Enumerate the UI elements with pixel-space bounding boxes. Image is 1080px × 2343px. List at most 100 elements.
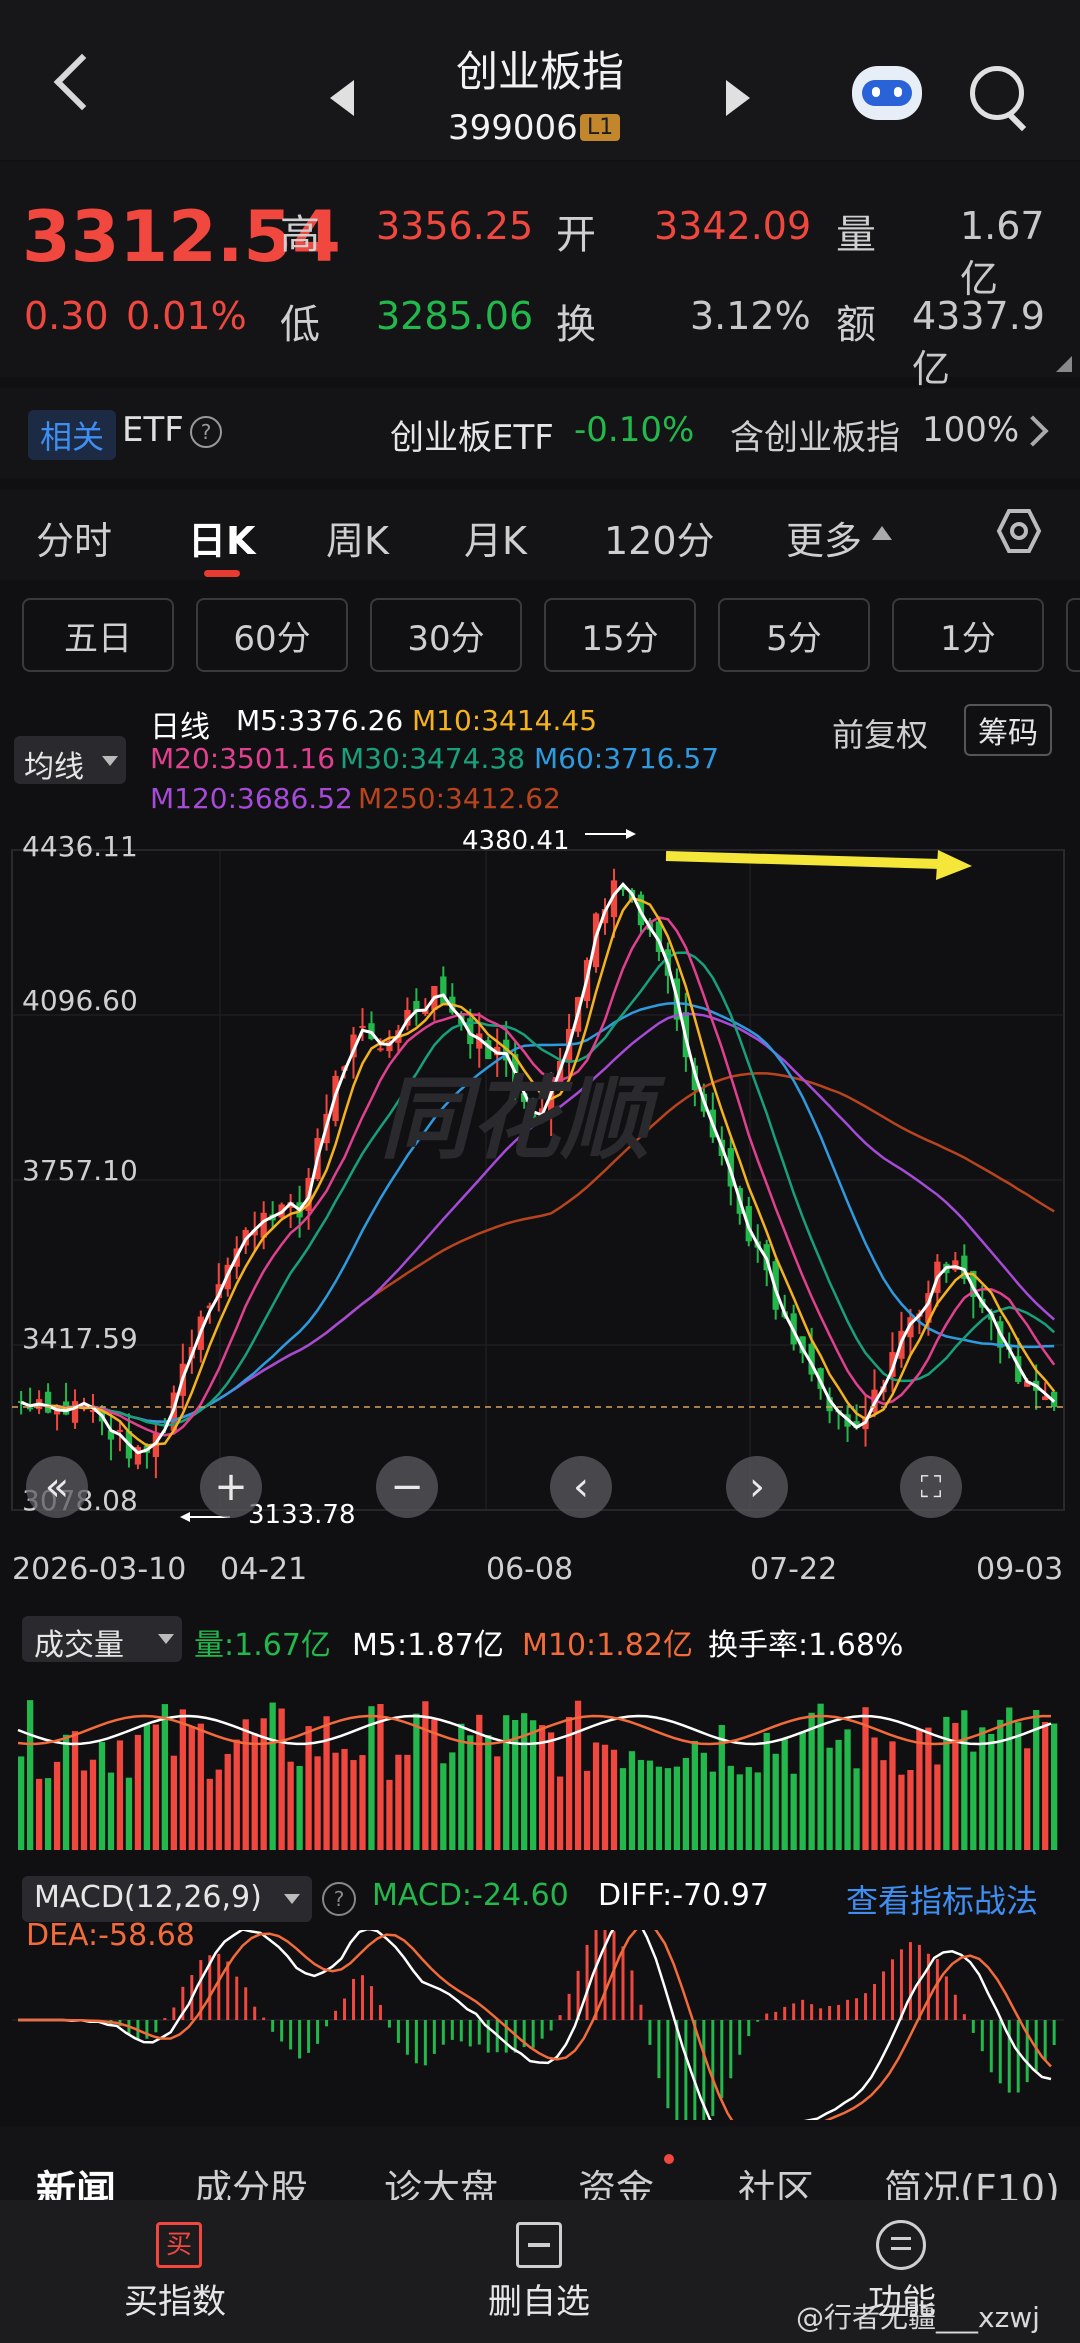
- volume-bar: [745, 1767, 752, 1850]
- adjust-mode[interactable]: 前复权: [832, 710, 928, 756]
- volume-bar: [503, 1715, 510, 1850]
- high-label: 高: [280, 212, 320, 258]
- volume-bar: [350, 1760, 357, 1850]
- volume-bar: [494, 1756, 501, 1850]
- remove-watchlist-button[interactable]: 删自选: [460, 2214, 620, 2330]
- zoom-in-icon[interactable]: +: [200, 1456, 262, 1518]
- volume-bar: [601, 1744, 609, 1850]
- ma-m10: M10:3414.45: [412, 704, 598, 737]
- index-code: 399006: [448, 108, 578, 148]
- tab-daily-k[interactable]: 日K: [188, 510, 255, 565]
- period-30min[interactable]: 30分: [370, 598, 522, 672]
- period-more-partial[interactable]: [1066, 598, 1080, 672]
- volume-bar: [125, 1777, 133, 1850]
- volume-bar: [862, 1707, 869, 1850]
- robot-assistant-icon[interactable]: [852, 66, 922, 120]
- news-tab-bar: 新闻 成分股 诊大盘 资金 社区 简况(F10): [0, 2126, 1080, 2200]
- volume-bar: [880, 1760, 887, 1850]
- period-60min[interactable]: 60分: [196, 598, 348, 672]
- chips-button[interactable]: 筹码: [964, 704, 1052, 756]
- volume-bar: [530, 1720, 537, 1850]
- next-index-icon[interactable]: [726, 80, 750, 116]
- volume-bar: [808, 1712, 815, 1850]
- volume-selector-label: 成交量: [34, 1628, 124, 1663]
- high-annotation: 4380.41: [462, 826, 570, 856]
- period-15min[interactable]: 15分: [544, 598, 696, 672]
- volume-bar: [386, 1779, 393, 1850]
- low-value: 3285.06: [376, 294, 534, 338]
- info-icon[interactable]: ?: [190, 416, 222, 448]
- volume-bar: [152, 1724, 160, 1850]
- tab-funds[interactable]: 资金: [578, 2158, 654, 2200]
- scroll-left-fast-icon[interactable]: «: [26, 1456, 88, 1518]
- candle-body: [116, 1429, 124, 1432]
- volume-bar: [431, 1719, 438, 1850]
- volume-bar: [71, 1731, 79, 1850]
- tab-constituents[interactable]: 成分股: [194, 2158, 308, 2200]
- turnover-rate: 换手率:1.68%: [708, 1628, 904, 1663]
- date-label: 06-08: [486, 1552, 574, 1587]
- trend-annotation-arrow: [665, 851, 941, 869]
- volume-bar: [592, 1742, 600, 1850]
- tab-community[interactable]: 社区: [738, 2158, 814, 2200]
- volume-bar: [835, 1739, 842, 1850]
- volume-bar: [116, 1740, 124, 1850]
- tab-monthly-k[interactable]: 月K: [464, 510, 527, 565]
- low-label: 低: [280, 302, 320, 348]
- expand-corner-icon[interactable]: [1056, 356, 1072, 372]
- volume-bar: [574, 1700, 582, 1850]
- tab-news[interactable]: 新闻: [36, 2158, 116, 2200]
- tab-profile[interactable]: 简况(F10): [884, 2158, 1060, 2200]
- tab-weekly-k[interactable]: 周K: [326, 510, 389, 565]
- volume-bar: [107, 1772, 115, 1850]
- amount-label: 额: [836, 302, 876, 348]
- period-5min[interactable]: 5分: [718, 598, 870, 672]
- strategy-link[interactable]: 查看指标战法: [846, 1876, 1038, 1922]
- volume-bar: [224, 1753, 231, 1850]
- tab-diagnose[interactable]: 诊大盘: [384, 2158, 498, 2200]
- scroll-right-icon[interactable]: ›: [726, 1456, 788, 1518]
- period-1min[interactable]: 1分: [892, 598, 1044, 672]
- macd-help-icon[interactable]: ?: [322, 1882, 356, 1916]
- volume-bar: [664, 1768, 672, 1850]
- volume-bar: [215, 1769, 222, 1850]
- ma-selector-label: 均线: [24, 750, 84, 785]
- tab-120min[interactable]: 120分: [604, 510, 715, 565]
- price-change: 0.30: [24, 294, 109, 338]
- more-arrow-icon: [872, 526, 892, 540]
- zoom-out-icon[interactable]: −: [376, 1456, 438, 1518]
- trend-annotation-arrow-head: [936, 850, 972, 880]
- price-change-pct: 0.01%: [126, 294, 247, 338]
- ma-selector[interactable]: 均线: [14, 736, 126, 785]
- volume-bar: [170, 1755, 177, 1850]
- etf-name[interactable]: 创业板ETF: [390, 410, 554, 459]
- kline-chart[interactable]: 同花顺: [0, 820, 1080, 1540]
- turnover-label: 换: [556, 302, 596, 348]
- funds-dot: [664, 2154, 674, 2164]
- macd-selector[interactable]: MACD(12,26,9): [22, 1876, 312, 1922]
- scroll-left-icon[interactable]: ‹: [550, 1456, 612, 1518]
- volume-bar: [691, 1740, 698, 1850]
- period-5day[interactable]: 五日: [22, 598, 174, 672]
- volume-bar: [619, 1768, 627, 1850]
- volume-bar: [772, 1753, 779, 1850]
- settings-hexagon-icon[interactable]: [996, 508, 1042, 554]
- ma-m5: M5:3376.26: [236, 704, 404, 737]
- volume-bar: [449, 1752, 456, 1850]
- tab-more[interactable]: 更多: [786, 510, 862, 565]
- volume-selector[interactable]: 成交量: [22, 1616, 182, 1663]
- fullscreen-icon[interactable]: ⛶: [900, 1456, 962, 1518]
- price-axis-label: 4436.11: [22, 830, 138, 863]
- volume-bar: [844, 1729, 851, 1850]
- volume-bar: [736, 1774, 743, 1850]
- volume-bar: [655, 1766, 663, 1850]
- etf-contains-pct: 100%: [922, 410, 1020, 450]
- low-pointer-arrow-head: [180, 1512, 190, 1522]
- buy-index-button[interactable]: 买 买指数: [100, 2214, 260, 2330]
- search-icon[interactable]: [970, 66, 1024, 120]
- tab-intraday[interactable]: 分时: [36, 510, 112, 565]
- volume-bar: [18, 1756, 25, 1850]
- macd-chart: [12, 1930, 1064, 2120]
- volume-bar: [709, 1771, 716, 1850]
- volume-bar: [628, 1751, 636, 1850]
